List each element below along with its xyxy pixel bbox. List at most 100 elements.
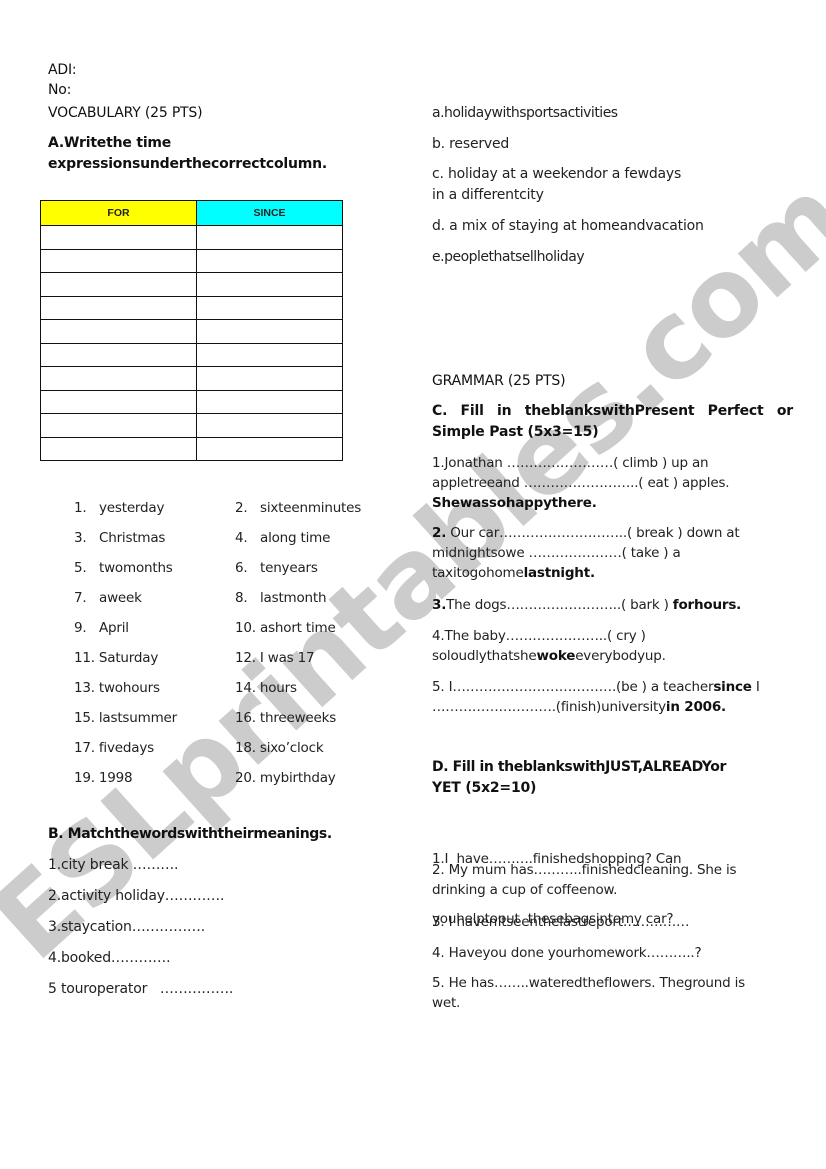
meaning-d: d. a mix of staying at homeandvacation — [432, 218, 704, 234]
table-header-row: FOR SINCE — [40, 200, 343, 226]
item-text: aweek — [99, 590, 142, 606]
item-number: 10. — [235, 620, 256, 636]
meaning-a: a.holidaywithsportsactivities — [432, 105, 618, 121]
time-expression-item: 7. aweek — [74, 590, 142, 606]
item-number: 5. — [74, 560, 87, 576]
time-expression-item: 17. fivedays — [74, 740, 154, 756]
since-cell[interactable] — [196, 436, 343, 461]
for-cell[interactable] — [40, 389, 197, 414]
time-expression-item: 20. mybirthday — [235, 770, 336, 786]
item-number: 19. — [74, 770, 95, 786]
item-text: Christmas — [99, 530, 166, 546]
match-word-1: 1.city break ………. — [48, 857, 179, 873]
item-text: twohours — [98, 680, 160, 696]
since-cell[interactable] — [196, 319, 343, 344]
question-d4: 4. Haveyou done yourhomework………..? — [432, 943, 702, 963]
item-text: I was 17 — [259, 650, 315, 666]
time-expression-item: 15. lastsummer — [74, 710, 177, 726]
question-d2-line2: drinking a cup of coffeenow. — [432, 882, 618, 898]
question-c1-line1: 1.Jonathan ……………………( climb ) up an — [432, 455, 709, 471]
question-c5: 5. I……………………………….(be ) a teachersince I … — [432, 677, 760, 717]
item-number: 12. — [235, 650, 256, 666]
time-expression-item: 5. twomonths — [74, 560, 173, 576]
time-expression-item: 4. along time — [235, 530, 330, 546]
section-c-instruction-line2: Simple Past (5x3=15) — [432, 424, 599, 440]
question-c1-line3: Shewassohappythere. — [432, 495, 597, 511]
since-cell[interactable] — [196, 342, 343, 367]
since-cell[interactable] — [196, 295, 343, 320]
time-expression-item: 11. Saturday — [74, 650, 158, 666]
item-text: tenyears — [260, 560, 318, 576]
item-number: 3. — [74, 530, 87, 546]
time-expression-item: 10. ashort time — [235, 620, 336, 636]
since-cell[interactable] — [196, 225, 343, 250]
item-text: sixo’clock — [259, 740, 324, 756]
question-c5-bold-since: since — [713, 679, 752, 695]
item-number: 7. — [74, 590, 87, 606]
question-c5-bold-year: in 2006. — [665, 699, 726, 715]
for-cell[interactable] — [40, 342, 197, 367]
for-since-table: FOR SINCE — [40, 200, 343, 461]
question-d3-text: 3. I haven’tseenthelastreport…………… — [432, 914, 690, 930]
item-text: lastmonth — [260, 590, 327, 606]
since-cell[interactable] — [196, 389, 343, 414]
question-c2-number: 2. — [432, 525, 447, 541]
item-number: 9. — [74, 620, 87, 636]
time-expression-item: 9. April — [74, 620, 129, 636]
match-word-3: 3.staycation……………. — [48, 919, 205, 935]
item-number: 8. — [235, 590, 248, 606]
question-c3-line1: The dogs……………………..( bark ) — [446, 597, 673, 613]
since-cell[interactable] — [196, 272, 343, 297]
table-row — [40, 225, 343, 250]
question-c4-line2a: soloudlythatshe — [432, 648, 537, 664]
question-d5: 5. He has……..wateredtheflowers. Thegroun… — [432, 973, 745, 1013]
question-c2-line1: Our car………………………..( break ) down at — [446, 525, 740, 541]
meaning-c-line1: c. holiday at a weekendor a fewdays — [432, 166, 682, 182]
question-c1: 1.Jonathan ……………………( climb ) up an apple… — [432, 453, 730, 513]
for-cell[interactable] — [40, 366, 197, 391]
item-text: along time — [260, 530, 331, 546]
item-number: 20. — [235, 770, 256, 786]
since-cell[interactable] — [196, 366, 343, 391]
question-c2-line3: taxitogohome — [432, 565, 524, 581]
question-c5-line1b: I — [751, 679, 760, 695]
for-cell[interactable] — [40, 272, 197, 297]
for-cell[interactable] — [40, 248, 197, 273]
item-text: mybirthday — [259, 770, 336, 786]
grammar-title: GRAMMAR (25 PTS) — [432, 373, 566, 389]
question-c5-line1a: 5. I……………………………….(be ) a teacher — [432, 679, 714, 695]
question-c3-bold: forhours. — [672, 597, 742, 613]
table-row — [40, 272, 343, 297]
item-text: hours — [259, 680, 297, 696]
time-expression-item: 18. sixo’clock — [235, 740, 324, 756]
since-cell[interactable] — [196, 413, 343, 438]
item-number: 2. — [235, 500, 248, 516]
name-label: ADI: — [48, 62, 77, 78]
question-c1-line2: appletreeand ……………………..( eat ) apples. — [432, 475, 730, 491]
meaning-c-line2: in a differentcity — [432, 187, 544, 203]
item-text: threeweeks — [259, 710, 337, 726]
time-expression-item: 12. I was 17 — [235, 650, 315, 666]
for-cell[interactable] — [40, 319, 197, 344]
question-c4-bold: woke — [536, 648, 576, 664]
for-cell[interactable] — [40, 225, 197, 250]
table-row — [40, 319, 343, 344]
time-expression-item: 6. tenyears — [235, 560, 318, 576]
item-text: ashort time — [260, 620, 336, 636]
question-c2-line3-bold: lastnight. — [523, 565, 596, 581]
meaning-e: e.peoplethatsellholiday — [432, 249, 585, 265]
since-cell[interactable] — [196, 248, 343, 273]
for-cell[interactable] — [40, 436, 197, 461]
table-row — [40, 389, 343, 414]
for-cell[interactable] — [40, 413, 197, 438]
time-expression-item: 16. threeweeks — [235, 710, 336, 726]
item-text: yesterday — [99, 500, 165, 516]
number-label: No: — [48, 82, 72, 98]
section-d-instruction-line2: YET (5x2=10) — [432, 780, 537, 796]
section-c-instruction-line1: C. Fill in theblankswithPresent Perfect … — [432, 403, 793, 419]
question-d4-text: 4. Haveyou done yourhomework………..? — [432, 945, 702, 961]
vocabulary-title: VOCABULARY (25 PTS) — [48, 105, 203, 121]
question-d3: 3. I haven’tseenthelastreport…………… — [432, 912, 690, 932]
for-cell[interactable] — [40, 295, 197, 320]
time-expression-item: 19. 1998 — [74, 770, 133, 786]
